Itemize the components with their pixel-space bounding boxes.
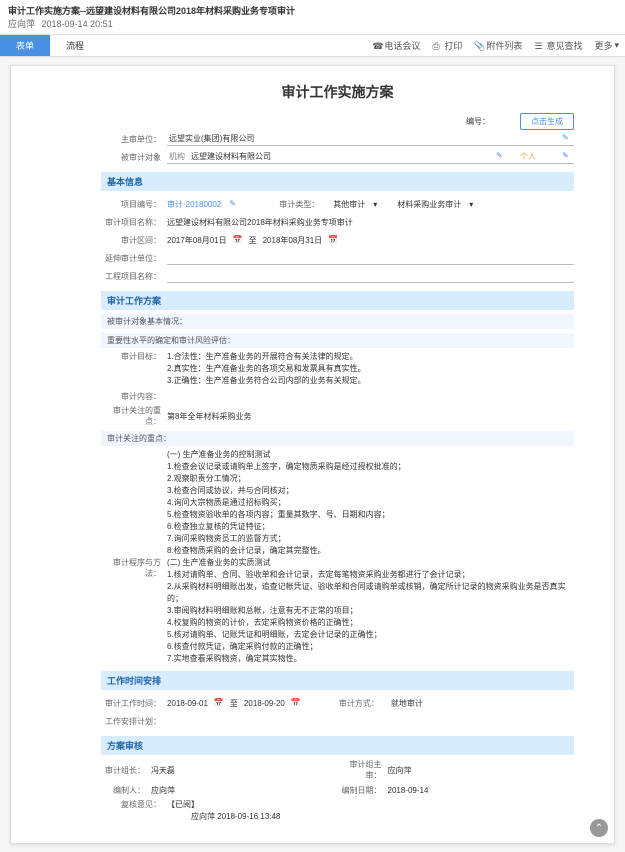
- projname-value: 远望建设材料有限公司2018年材料采购业务专项审计: [167, 217, 574, 228]
- tool-opinion[interactable]: ☰意见查找: [528, 35, 588, 56]
- yanshen-label: 延伸审计单位：: [101, 253, 167, 264]
- guanzhu-label: 审计关注的重点：: [101, 405, 167, 427]
- calendar-icon[interactable]: 📅: [291, 698, 301, 708]
- adate-label: 编制日期：: [338, 785, 388, 796]
- section-schedule: 工作时间安排: [101, 671, 574, 690]
- tab-bar: 表单 流程 ☎电话会议 ⎙打印 📎附件列表 ☰意见查找 更多▾: [0, 35, 625, 57]
- proj-code-link[interactable]: 审计-20180002: [167, 199, 221, 210]
- edit-icon[interactable]: ✎: [562, 151, 572, 161]
- chevron-down-icon[interactable]: ▾: [373, 200, 377, 209]
- start-date: 2018-09-01: [167, 699, 208, 708]
- page-title: 审计工作实施方案: [101, 82, 574, 102]
- calendar-icon[interactable]: 📅: [233, 235, 243, 245]
- beishen-label: 被审计对象: [101, 152, 167, 163]
- tab-flow[interactable]: 流程: [50, 35, 100, 56]
- author-value: 应向萍: [151, 785, 338, 796]
- zhushen-input[interactable]: 远望实业(集团)有限公司 ✎: [167, 132, 574, 146]
- calendar-icon[interactable]: 📅: [328, 235, 338, 245]
- generate-code-button[interactable]: 点击生成: [520, 113, 574, 130]
- doc-heading: 审计工作实施方案--远望建设材料有限公司2018年材料采购业务专项审计: [8, 6, 295, 16]
- edit-icon[interactable]: ✎: [229, 199, 239, 209]
- print-icon: ⎙: [432, 41, 442, 51]
- date-to: 2018年08月31日: [263, 235, 323, 246]
- timestamp: 2018-09-14 20:51: [42, 19, 113, 29]
- fs-label: 审计方式：: [319, 698, 385, 709]
- user-name: 应向萍: [8, 19, 35, 29]
- document-page: 审计工作实施方案 编号： 点击生成 主审单位： 远望实业(集团)有限公司 ✎ 被…: [10, 65, 615, 844]
- sub-focus: 审计关注的重点：: [101, 431, 574, 446]
- date-from: 2017年08月01日: [167, 235, 227, 246]
- focus-points: (一) 生产准备业务的控制测试 1.检查会议记录或请购单上签字，确定物质采购是经…: [167, 449, 574, 557]
- range-label: 审计区间：: [101, 235, 167, 246]
- title-bar: 审计工作实施方案--远望建设材料有限公司2018年材料采购业务专项审计 应向萍 …: [0, 0, 625, 35]
- chief-label: 审计组主审：: [338, 759, 388, 781]
- guanzhu-value: 第8年全年材料采购业务: [167, 411, 574, 422]
- edit-icon[interactable]: ✎: [496, 151, 506, 161]
- gongcheng-label: 工程项目名称：: [101, 271, 167, 282]
- subcat-value: 材料采购业务审计: [397, 199, 461, 210]
- cat-label: 审计类型：: [259, 199, 325, 210]
- end-date: 2018-09-20: [244, 699, 285, 708]
- code-label: 编号：: [466, 116, 490, 127]
- chevron-down-icon[interactable]: ▾: [469, 200, 473, 209]
- leader-label: 审计组长：: [101, 765, 151, 776]
- chevron-down-icon: ▾: [614, 40, 619, 51]
- tab-form[interactable]: 表单: [0, 35, 50, 56]
- tool-attach[interactable]: 📎附件列表: [468, 35, 528, 56]
- section-basic: 基本信息: [101, 172, 574, 191]
- edit-icon[interactable]: ✎: [562, 133, 572, 143]
- tool-print[interactable]: ⎙打印: [426, 35, 468, 56]
- zhushen-label: 主审单位：: [101, 134, 167, 145]
- method-text: (二) 生产准备业务的实质测试 1.核对请购单、合同、验收单和会计记录，去定每笔…: [167, 557, 574, 665]
- mubiao-text: 1.合法性：生产准备业务的开展符合有关法律的规定。 2.真实性：生产准备业务的各…: [167, 351, 574, 387]
- chief-value: 应向萍: [388, 765, 575, 776]
- tool-more[interactable]: 更多▾: [588, 35, 625, 56]
- calendar-icon[interactable]: 📅: [214, 698, 224, 708]
- beishen-input[interactable]: 机构 远望建设材料有限公司 ✎ 个人 ✎: [167, 150, 574, 164]
- fh-label: 复核意见：: [101, 799, 167, 810]
- yanshen-input[interactable]: [167, 251, 574, 265]
- scroll-top-button[interactable]: ⌃: [590, 819, 608, 837]
- phone-icon: ☎: [372, 41, 382, 51]
- starttime-label: 审计工作时间：: [101, 698, 167, 709]
- author-label: 编制人：: [101, 785, 151, 796]
- search-icon: ☰: [534, 41, 544, 51]
- section-plan: 审计工作方案: [101, 291, 574, 310]
- person-icon[interactable]: 个人: [520, 151, 536, 162]
- sub-importance: 重要性水平的确定和审计风险评估：: [101, 333, 574, 348]
- mubiao-label: 审计目标：: [101, 351, 167, 362]
- projname-label: 审计项目名称：: [101, 217, 167, 228]
- date-to-label: 至: [249, 235, 257, 246]
- gongcheng-input[interactable]: [167, 269, 574, 283]
- attach-icon: 📎: [474, 41, 484, 51]
- neirong-label: 审计内容：: [101, 391, 167, 402]
- cat-value: 其他审计: [333, 199, 365, 210]
- section-review: 方案审核: [101, 736, 574, 755]
- fh-status: 【已阅】: [167, 799, 574, 811]
- adate-value: 2018-09-14: [388, 786, 575, 795]
- arr-label: 工作安排计划：: [101, 716, 167, 727]
- tool-call[interactable]: ☎电话会议: [366, 35, 426, 56]
- fs-value: 就地审计: [391, 698, 423, 709]
- leader-value: 冯天磊: [151, 765, 338, 776]
- fh-sign: 应向萍 2018-09-16 13:48: [167, 811, 574, 823]
- projcode-label: 项目编号：: [101, 199, 167, 210]
- sub-basic-situation: 被审计对象基本情况：: [101, 314, 574, 329]
- method-label: 审计程序与方法：: [101, 557, 167, 579]
